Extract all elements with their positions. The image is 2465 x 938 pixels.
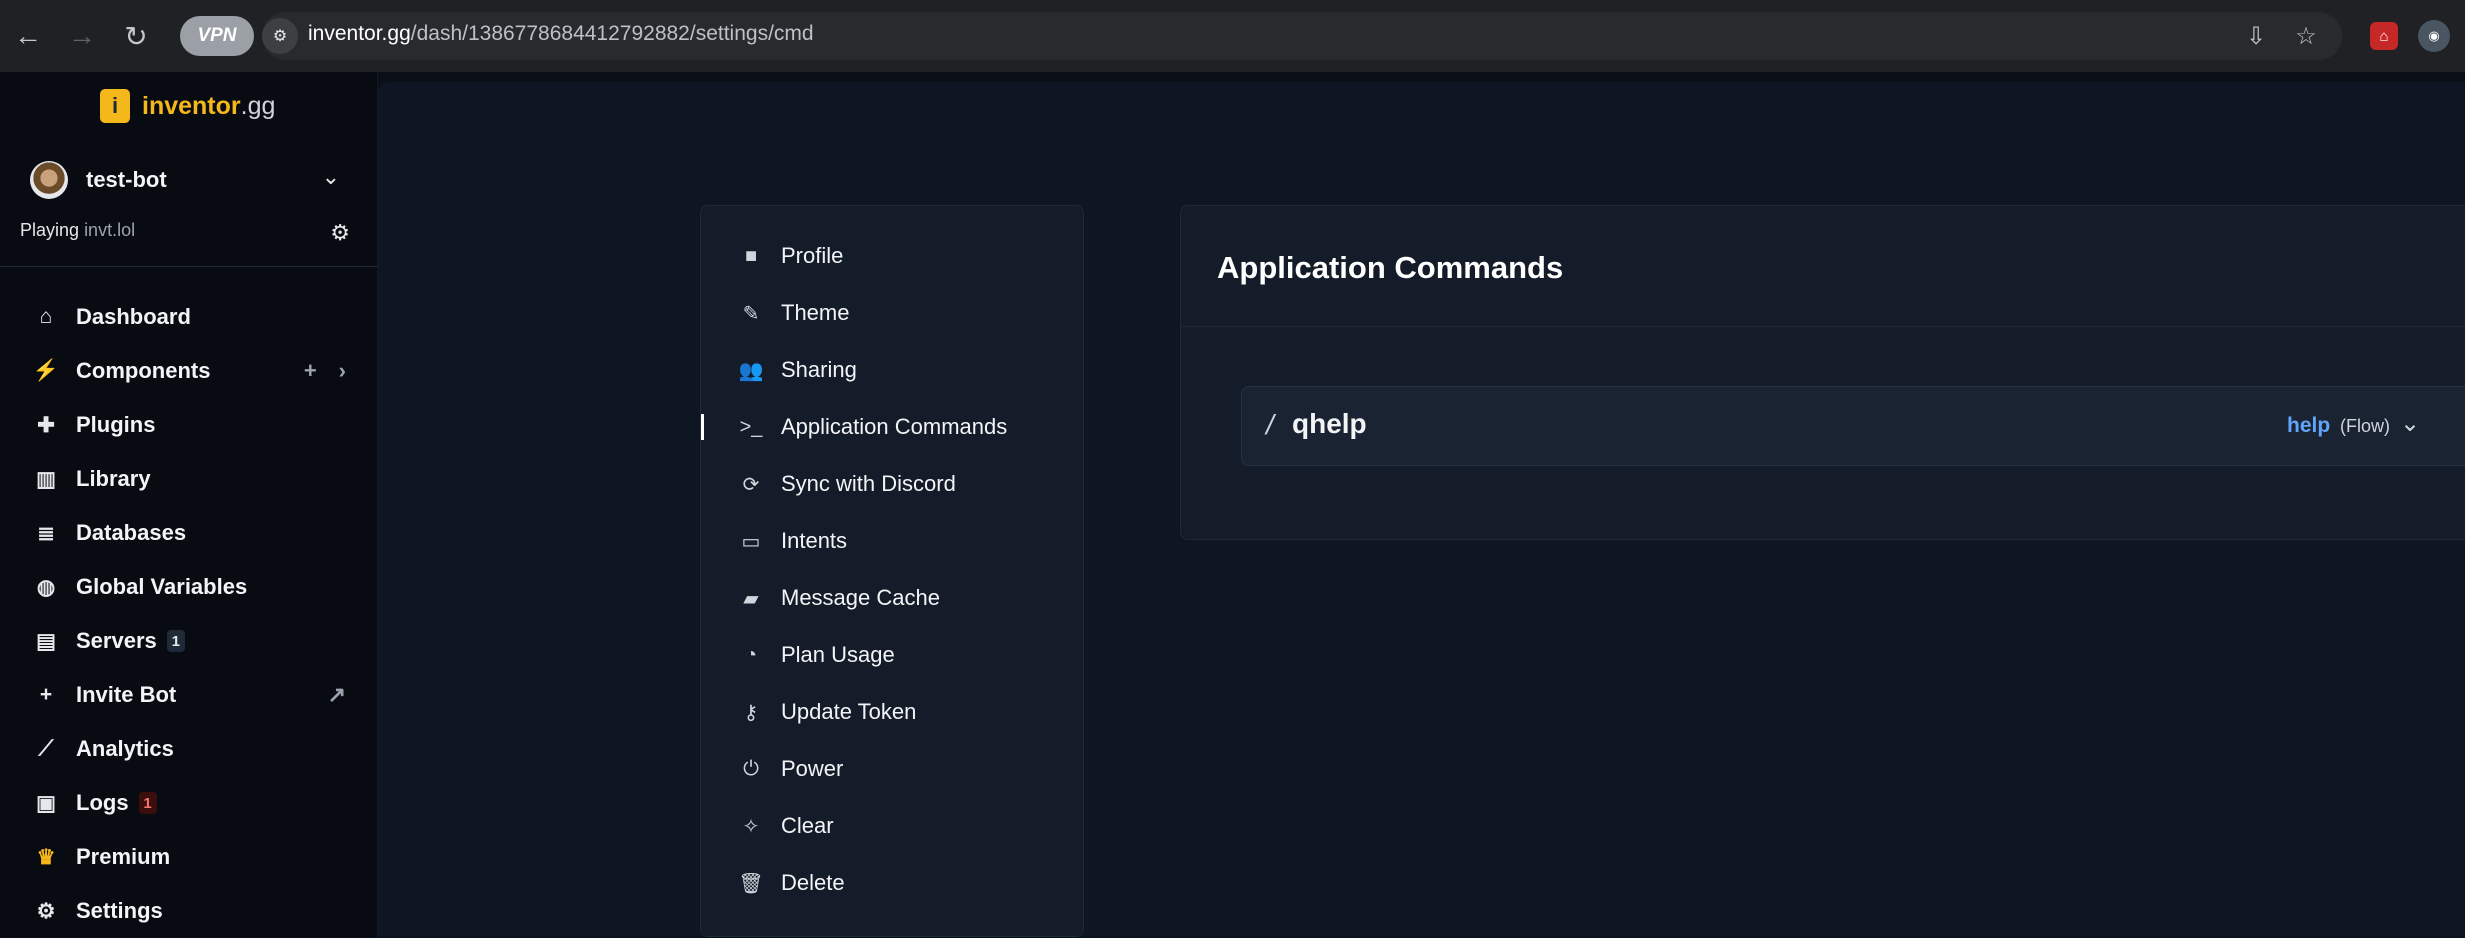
chart-line-icon: ⟋ xyxy=(38,737,54,760)
settings-item-profile[interactable]: ■ Profile xyxy=(701,231,1085,281)
scroll-icon: ▣ xyxy=(36,791,56,815)
gear-icon: ⚙ xyxy=(36,899,56,923)
books-icon: ▥ xyxy=(36,467,56,491)
add-component-icon[interactable]: + xyxy=(304,358,317,384)
users-icon: 👥 xyxy=(738,359,764,382)
sidebar-item-servers[interactable]: ▤ Servers 1 xyxy=(0,614,378,668)
url-text[interactable]: inventor.gg/dash/1386778684412792882/set… xyxy=(308,22,814,46)
puzzle-icon: ✚ xyxy=(37,413,55,437)
crown-icon: ♛ xyxy=(36,845,56,869)
application-commands-card: Application Commands / qhelp help (Flow)… xyxy=(1180,205,2465,540)
bot-name: test-bot xyxy=(86,167,167,192)
command-name: qhelp xyxy=(1292,408,1367,439)
active-indicator xyxy=(701,414,704,440)
server-icon: ▤ xyxy=(36,629,56,653)
settings-item-intents[interactable]: ▭ Intents xyxy=(701,516,1085,566)
home-icon: ⌂ xyxy=(39,305,53,328)
chevron-right-icon[interactable]: › xyxy=(339,358,346,384)
settings-item-theme[interactable]: ✎ Theme xyxy=(701,288,1085,338)
extension-icon[interactable]: ⌂ xyxy=(2370,22,2398,50)
vpn-button[interactable]: VPN xyxy=(180,16,254,56)
chevron-down-icon[interactable]: ⌄ xyxy=(2400,409,2420,438)
sidebar-item-library[interactable]: ▥ Library xyxy=(0,452,378,506)
command-row[interactable]: / qhelp help (Flow) ⌄ xyxy=(1241,386,2465,466)
flow-link[interactable]: help xyxy=(2287,414,2330,437)
comments-icon: ▰ xyxy=(743,587,759,610)
sidebar-item-components[interactable]: ⚡ Components + › xyxy=(0,344,378,398)
servers-count-badge: 1 xyxy=(166,630,185,652)
bookmark-star-icon[interactable]: ☆ xyxy=(2290,20,2322,52)
id-card-icon: ▭ xyxy=(741,530,761,553)
sidebar-item-databases[interactable]: ≣ Databases xyxy=(0,506,378,560)
settings-item-message-cache[interactable]: ▰ Message Cache xyxy=(701,573,1085,623)
bot-selector[interactable]: test-bot ⌄ xyxy=(30,158,350,202)
robot-icon: ■ xyxy=(744,244,758,267)
reload-icon[interactable]: ↻ xyxy=(116,16,156,56)
page-title: Application Commands xyxy=(1217,250,1564,285)
command-flow: help (Flow) xyxy=(2287,414,2390,438)
brand-logo[interactable]: i inventor.gg xyxy=(100,88,275,124)
settings-nav: ■ Profile ✎ Theme 👥 Sharing >_ Applicati… xyxy=(700,205,1084,937)
sidebar-item-logs[interactable]: ▣ Logs 1 xyxy=(0,776,378,830)
settings-item-delete[interactable]: 🗑 Delete xyxy=(701,858,1085,908)
sidebar-item-premium[interactable]: ♛ Premium xyxy=(0,830,378,884)
database-icon: ≣ xyxy=(37,521,55,545)
site-info-icon[interactable]: ⚙ xyxy=(262,18,298,54)
sidebar-item-dashboard[interactable]: ⌂ Dashboard xyxy=(0,290,378,344)
trash-icon: 🗑 xyxy=(738,872,764,895)
terminal-icon: >_ xyxy=(739,415,763,438)
sidebar-item-global-variables[interactable]: ◍ Global Variables xyxy=(0,560,378,614)
sidebar-item-invite-bot[interactable]: + Invite Bot ↗ xyxy=(0,668,378,722)
bot-avatar xyxy=(30,161,68,199)
sync-icon: ⟳ xyxy=(742,473,760,496)
external-link-icon[interactable]: ↗ xyxy=(328,682,346,708)
browser-toolbar: ← → ↻ VPN ⚙ inventor.gg/dash/13867786844… xyxy=(0,0,2465,72)
slash-icon: / xyxy=(1266,409,1274,440)
status-gear-icon[interactable]: ⚙ xyxy=(330,220,350,246)
forward-icon[interactable]: → xyxy=(62,16,102,56)
sidebar-item-settings[interactable]: ⚙ Settings xyxy=(0,884,378,938)
chevron-down-icon[interactable]: ⌄ xyxy=(322,164,340,190)
inventor-logo-icon: i xyxy=(100,89,130,123)
sidebar-menu: ⌂ Dashboard ⚡ Components + › ✚ Plugins ▥… xyxy=(0,290,378,938)
settings-item-plan-usage[interactable]: ◔ Plan Usage xyxy=(701,630,1085,680)
logs-count-badge: 1 xyxy=(138,792,157,814)
back-icon[interactable]: ← xyxy=(8,16,48,56)
globe-icon: ◍ xyxy=(36,575,56,599)
sidebar-divider xyxy=(0,266,378,267)
pie-chart-icon: ◔ xyxy=(744,643,758,666)
bot-status: Playing invt.lol ⚙ xyxy=(20,220,350,246)
settings-item-update-token[interactable]: ⚷ Update Token xyxy=(701,687,1085,737)
settings-item-application-commands[interactable]: >_ Application Commands xyxy=(701,402,1085,452)
settings-item-sync-with-discord[interactable]: ⟳ Sync with Discord xyxy=(701,459,1085,509)
card-divider xyxy=(1181,326,2465,327)
key-icon: ⚷ xyxy=(743,701,759,724)
broom-icon: ✧ xyxy=(742,815,760,838)
settings-item-clear[interactable]: ✧ Clear xyxy=(701,801,1085,851)
settings-item-sharing[interactable]: 👥 Sharing xyxy=(701,345,1085,395)
plus-icon: + xyxy=(39,683,53,706)
install-app-icon[interactable]: ⇩ xyxy=(2240,20,2272,52)
sidebar-item-plugins[interactable]: ✚ Plugins xyxy=(0,398,378,452)
settings-item-power[interactable]: ⏻ Power xyxy=(701,744,1085,794)
brush-icon: ✎ xyxy=(742,302,760,325)
sidebar-item-analytics[interactable]: ⟋ Analytics xyxy=(0,722,378,776)
power-icon: ⏻ xyxy=(743,757,759,780)
profile-avatar-icon[interactable]: ◉ xyxy=(2418,20,2450,52)
bolt-icon: ⚡ xyxy=(32,359,60,382)
flow-type-label: (Flow) xyxy=(2340,416,2391,436)
sidebar: i inventor.gg test-bot ⌄ Playing invt.lo… xyxy=(0,72,378,937)
